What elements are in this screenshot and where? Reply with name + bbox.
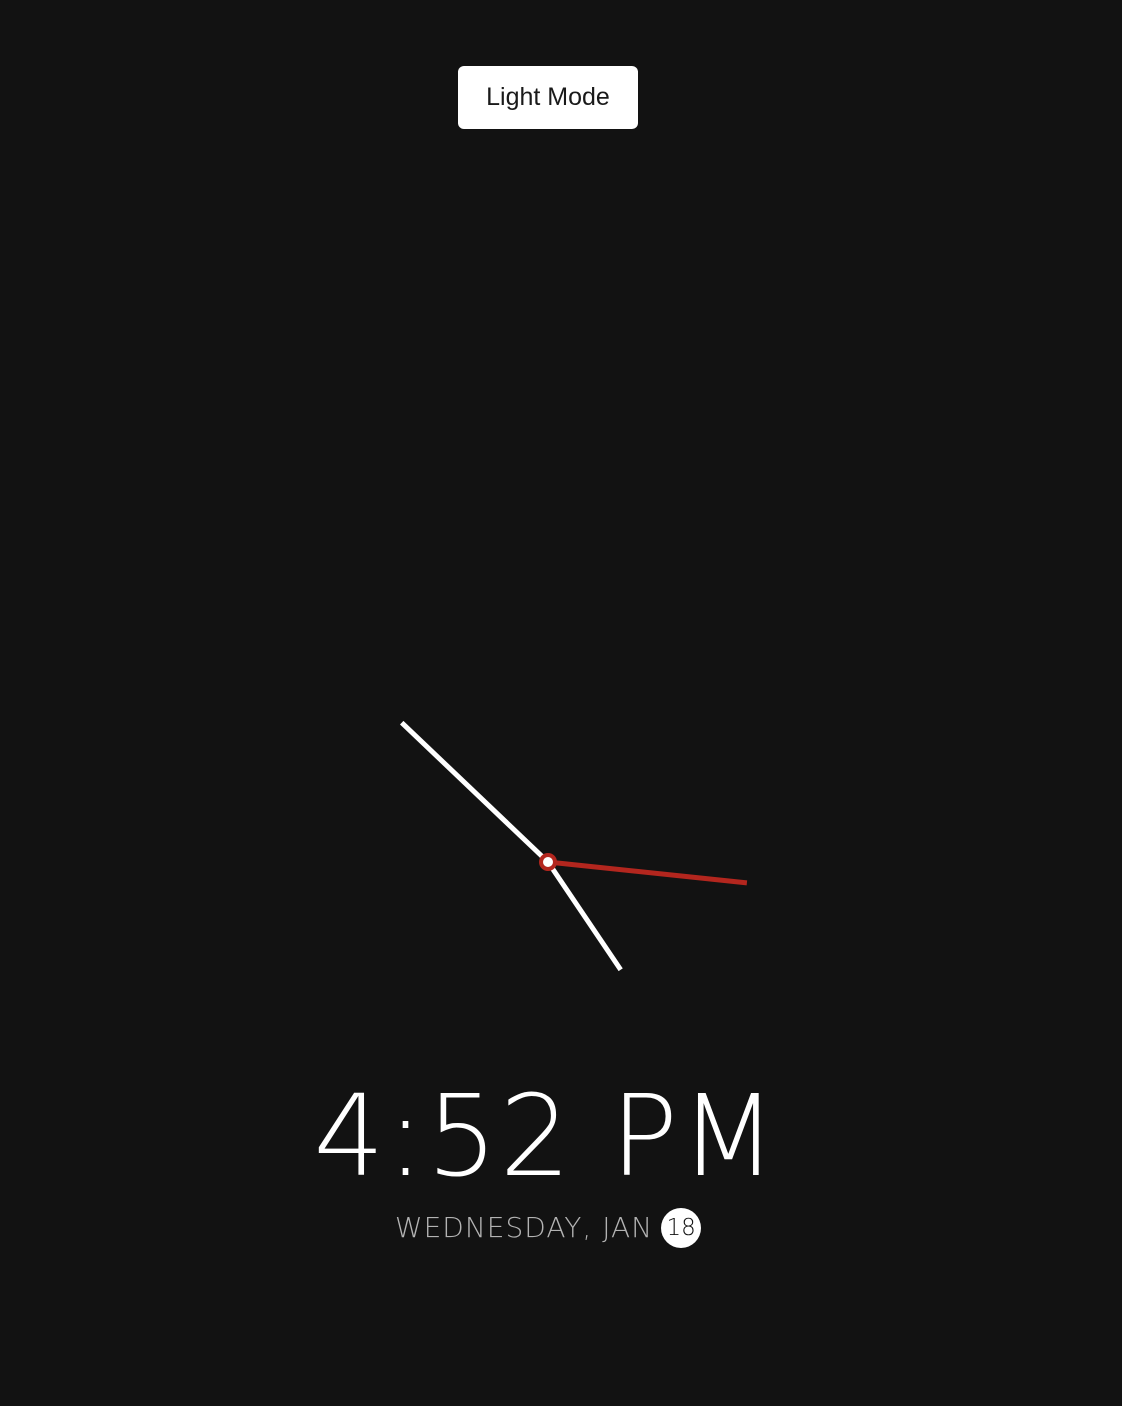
clock-center-pin: [539, 853, 557, 871]
light-mode-toggle-button[interactable]: Light Mode: [458, 66, 638, 129]
hour-hand: [545, 860, 623, 972]
second-hand: [547, 859, 748, 886]
date-display: WEDNESDAY, JAN 18: [0, 1206, 1096, 1249]
minute-hand: [399, 720, 550, 864]
day-of-month-badge: 18: [661, 1208, 702, 1248]
date-weekday-month: WEDNESDAY, JAN: [394, 1211, 654, 1244]
clock-page: Light Mode 4:52 PM WEDNESDAY, JAN 18: [0, 0, 1122, 1406]
digital-time: 4:52 PM: [313, 1072, 779, 1202]
